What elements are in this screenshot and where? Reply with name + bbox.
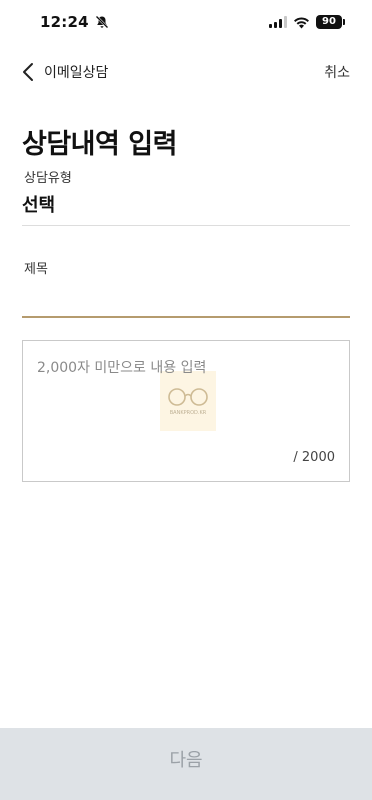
- subject-input[interactable]: [22, 278, 350, 318]
- status-right: 90: [269, 15, 345, 29]
- wifi-icon: [294, 16, 309, 28]
- status-time: 12:24: [40, 13, 89, 31]
- char-count: / 2000: [293, 450, 335, 465]
- type-select[interactable]: 선택: [22, 188, 350, 226]
- nav-title: 이메일상담: [44, 65, 109, 81]
- next-button-label: 다음: [169, 750, 203, 770]
- nav-bar: 이메일상담 취소: [0, 56, 372, 88]
- bell-slash-icon: [95, 15, 109, 29]
- status-left: 12:24: [40, 13, 109, 31]
- back-button[interactable]: 이메일상담: [22, 62, 108, 82]
- type-select-value: 선택: [22, 195, 56, 216]
- next-button[interactable]: 다음: [0, 728, 372, 800]
- chevron-left-icon: [23, 63, 33, 81]
- page-title: 상담내역 입력: [22, 129, 177, 160]
- cancel-button[interactable]: 취소: [324, 62, 350, 82]
- screen: 12:24 90 이메일상담 취소 상담내역 입력 상담유형 선택 제목 BAN…: [0, 0, 372, 800]
- signal-icon: [269, 16, 287, 28]
- content-box: BANKPROD.KR / 2000: [22, 340, 350, 482]
- battery-icon: 90: [316, 15, 345, 29]
- subject-label: 제목: [24, 262, 48, 277]
- status-bar: 12:24 90: [0, 0, 372, 44]
- type-label: 상담유형: [24, 171, 72, 186]
